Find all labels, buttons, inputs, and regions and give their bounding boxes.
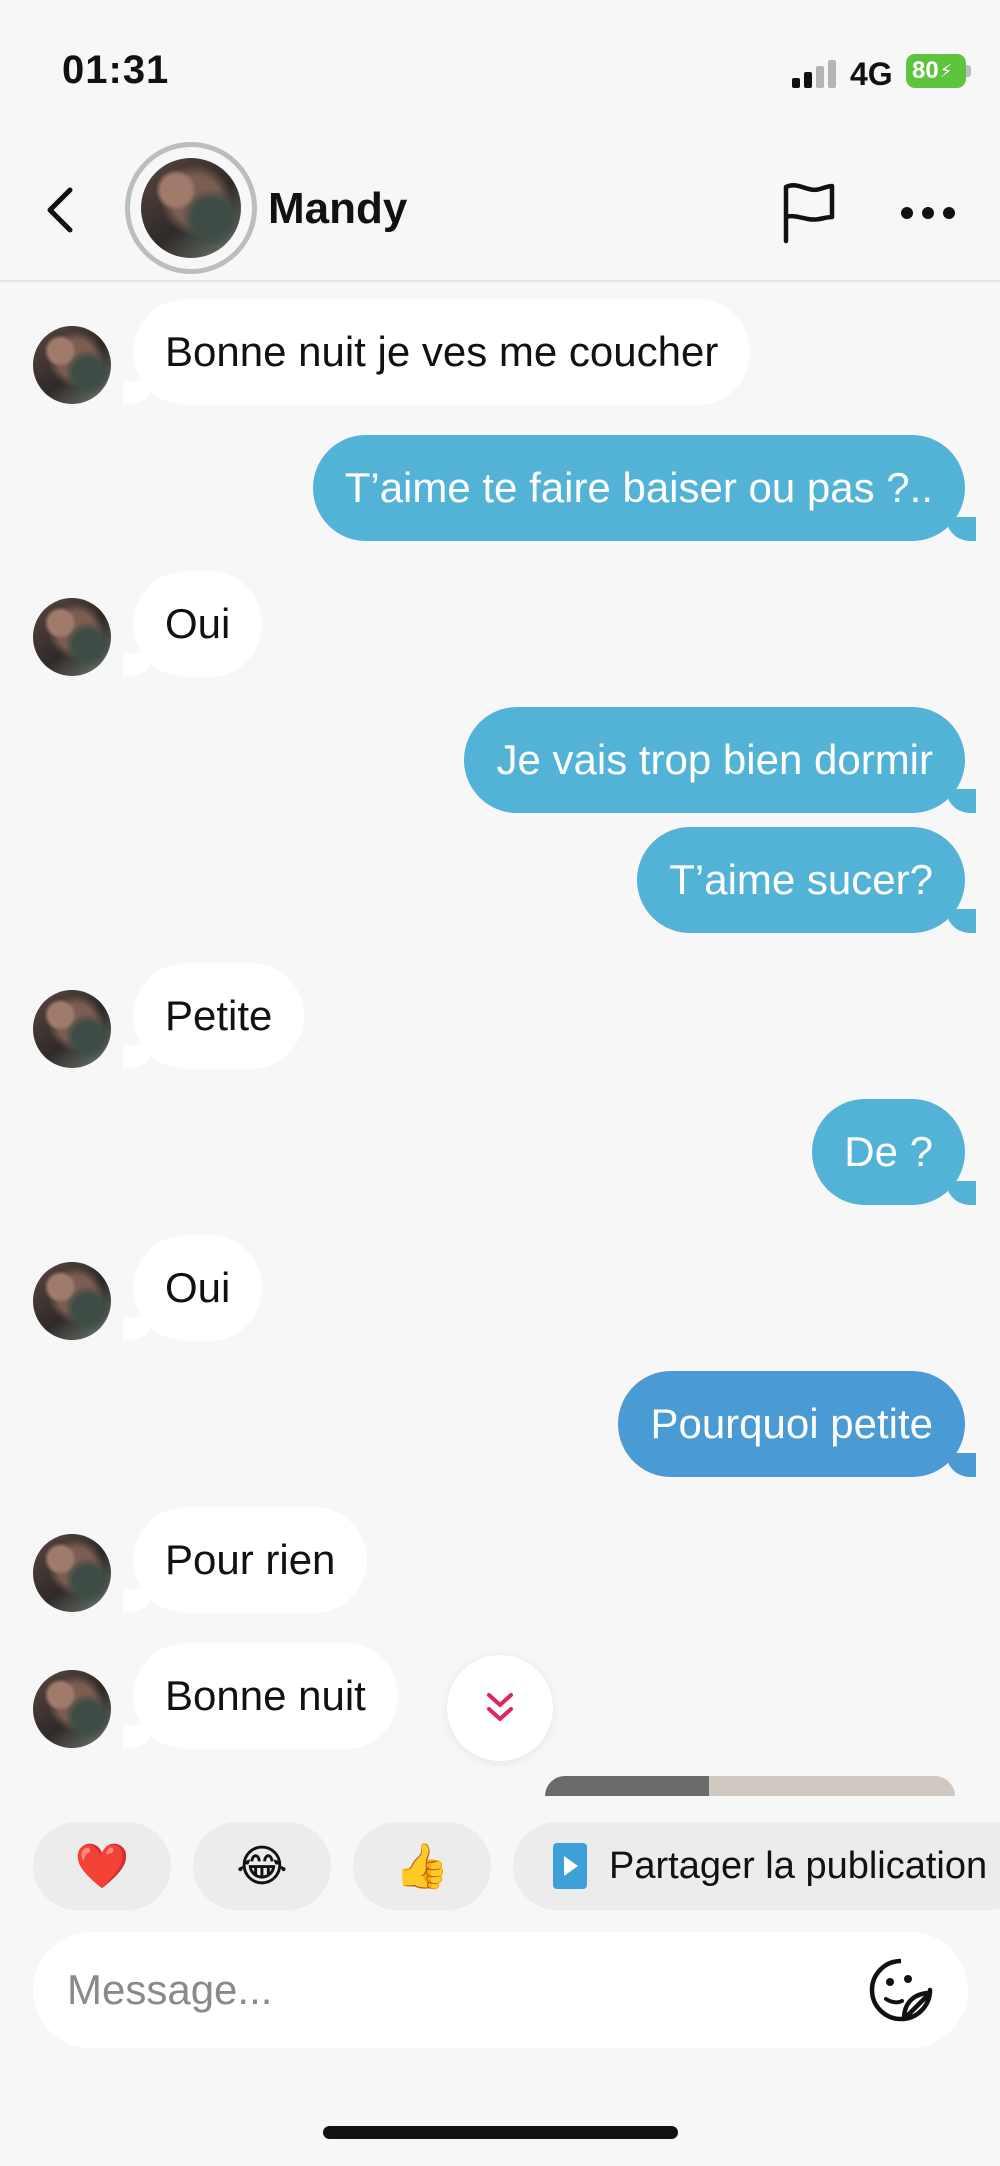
signal-icon xyxy=(792,58,838,88)
laughing-emoji-icon: 😂 xyxy=(236,1841,288,1891)
scroll-to-bottom-button[interactable] xyxy=(447,1655,553,1761)
network-type: 4G xyxy=(850,56,893,92)
share-post-button[interactable]: Partager la publication xyxy=(513,1822,1000,1910)
status-time: 01:31 xyxy=(62,48,170,92)
avatar[interactable] xyxy=(33,326,111,404)
incoming-message[interactable]: Oui xyxy=(122,571,263,677)
chat-header: Mandy xyxy=(0,140,1000,282)
incoming-message[interactable]: Pour rien xyxy=(122,1507,368,1613)
avatar[interactable] xyxy=(33,990,111,1068)
video-share-icon xyxy=(553,1843,587,1889)
outgoing-message[interactable]: T’aime sucer? xyxy=(637,827,976,933)
avatar[interactable] xyxy=(33,598,111,676)
contact-name[interactable]: Mandy xyxy=(268,184,407,234)
outgoing-message[interactable]: Je vais trop bien dormir xyxy=(464,707,976,813)
contact-avatar-button[interactable] xyxy=(125,142,257,274)
share-post-label: Partager la publication xyxy=(609,1844,988,1887)
incoming-message[interactable]: Bonne nuit je ves me coucher xyxy=(122,299,751,405)
home-indicator[interactable] xyxy=(323,2126,678,2139)
heart-reaction-button[interactable]: ❤️ xyxy=(33,1822,171,1910)
sticker-icon xyxy=(869,1958,933,2022)
thumbs-up-reaction-button[interactable]: 👍 xyxy=(353,1822,491,1910)
back-arrow-icon xyxy=(47,187,73,233)
outgoing-message[interactable]: Pourquoi petite xyxy=(618,1371,976,1477)
more-options-button[interactable] xyxy=(890,175,966,251)
thumbs-up-icon: 👍 xyxy=(394,1842,450,1891)
message-input[interactable] xyxy=(67,1950,827,2030)
flag-icon xyxy=(783,183,835,244)
battery-tip xyxy=(966,65,971,77)
avatar xyxy=(141,158,241,258)
status-bar: 01:31 4G 80 ⚡ xyxy=(0,0,1000,140)
sticker-button[interactable] xyxy=(863,1952,939,2028)
avatar[interactable] xyxy=(33,1670,111,1748)
message-list[interactable]: Bonne nuit je ves me coucher T’aime te f… xyxy=(0,284,1000,1794)
outgoing-message[interactable]: De ? xyxy=(812,1099,976,1205)
battery-level: 80 xyxy=(912,57,939,84)
battery-icon: 80 ⚡ xyxy=(906,54,966,88)
outgoing-message[interactable]: T’aime te faire baiser ou pas ?.. xyxy=(312,435,977,541)
avatar[interactable] xyxy=(33,1534,111,1612)
more-icon xyxy=(901,207,955,219)
double-chevron-down-icon xyxy=(487,1693,513,1721)
incoming-message[interactable]: Oui xyxy=(122,1235,263,1341)
incoming-message[interactable]: Bonne nuit xyxy=(123,1643,398,1749)
avatar[interactable] xyxy=(33,1262,111,1340)
quick-reply-bar: ❤️ 😂 👍 Partager la publication xyxy=(0,1808,1000,1912)
media-preview[interactable] xyxy=(545,1776,955,1796)
report-button[interactable] xyxy=(770,175,846,251)
heart-icon: ❤️ xyxy=(74,1842,130,1891)
laugh-reaction-button[interactable]: 😂 xyxy=(193,1822,331,1910)
back-button[interactable] xyxy=(30,180,90,240)
message-composer xyxy=(33,1932,968,2048)
incoming-message[interactable]: Petite xyxy=(122,963,305,1069)
